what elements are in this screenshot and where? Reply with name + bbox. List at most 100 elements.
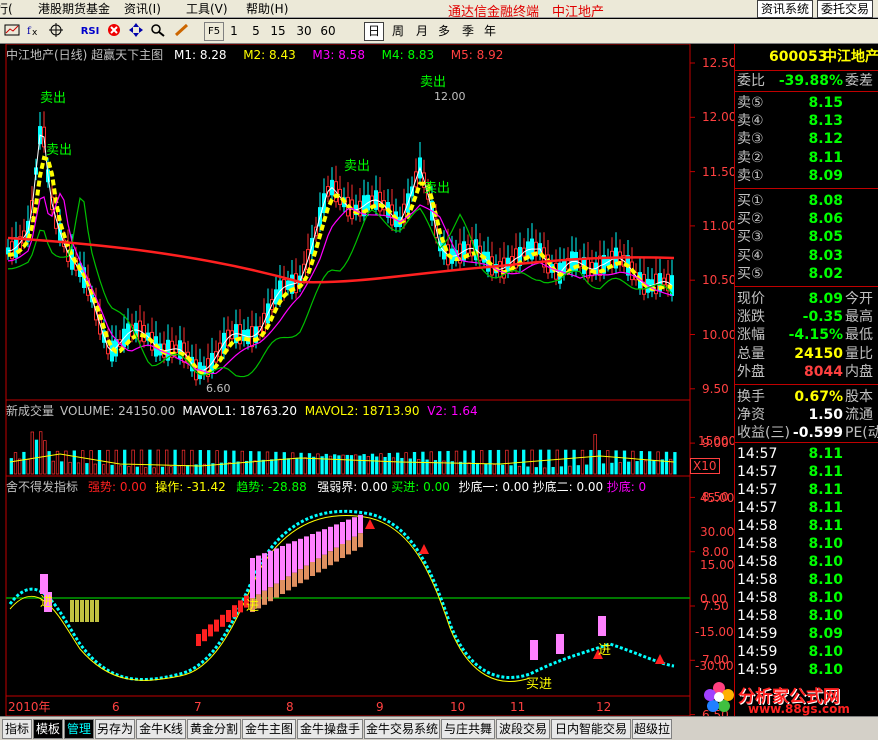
chart-icon[interactable] <box>2 22 22 41</box>
strength-bar <box>298 569 303 584</box>
trade-button[interactable]: 委托交易 <box>817 0 874 18</box>
stock-name: 中江地产 <box>823 49 878 65</box>
strength-bar <box>358 514 363 534</box>
legend-item: M2: 8.43 <box>243 48 296 62</box>
rsi-button[interactable]: RSI <box>78 22 102 41</box>
period-week[interactable]: 周 <box>388 22 408 41</box>
tab-12[interactable]: 超级拉 <box>632 719 672 739</box>
legend-item: 买进: 0.00 <box>391 480 450 494</box>
sell-value: 8.12 <box>808 131 843 148</box>
volume-bar <box>538 449 543 475</box>
crosshair-icon[interactable] <box>46 22 66 41</box>
chart-area[interactable]: 中江地产(日线) 超赢天下主图 M1: 8.28 M2: 8.43 M3: 8.58… <box>0 43 737 722</box>
tab-0[interactable]: 指标 <box>2 719 32 739</box>
tab-2[interactable]: 管理 <box>64 719 94 739</box>
tab-11[interactable]: 日内智能交易 <box>551 719 631 739</box>
delete-icon[interactable] <box>104 22 124 41</box>
price-tick: 12.50 <box>702 56 737 70</box>
weak-bar <box>95 600 99 622</box>
period-year[interactable]: 年 <box>480 22 500 41</box>
menu-hk-futures[interactable]: 港股期货基金 <box>38 1 110 17</box>
volume-bar <box>496 449 501 475</box>
period-30[interactable]: 30 <box>294 22 314 41</box>
tab-9[interactable]: 与庄共舞 <box>441 719 495 739</box>
menu-info[interactable]: 资讯(I) <box>124 1 161 17</box>
volume-bar <box>295 457 299 475</box>
tick-price: 8.11 <box>808 446 843 462</box>
zoom-icon[interactable] <box>148 22 168 41</box>
volume-bar <box>265 451 270 475</box>
tick-time: 14:58 <box>737 536 778 552</box>
stat-row: 净资 1.50 流通 <box>735 406 878 424</box>
tab-3[interactable]: 另存为 <box>95 719 135 739</box>
strength-bar <box>334 524 339 548</box>
period-1[interactable]: 1 <box>226 22 242 41</box>
tab-8[interactable]: 金牛交易系统 <box>364 719 440 739</box>
menu-tools[interactable]: 工具(V) <box>186 1 228 17</box>
info-system-button[interactable]: 资讯系统 <box>757 0 814 18</box>
volume-bar <box>72 450 76 475</box>
period-5[interactable]: 5 <box>248 22 264 41</box>
move-icon[interactable] <box>126 22 146 41</box>
tick-price: 8.09 <box>808 626 843 642</box>
menu-trade[interactable]: 行( <box>0 1 13 17</box>
volume-bar <box>144 467 148 475</box>
period-quarter[interactable]: 季 <box>458 22 478 41</box>
volume-bar <box>18 458 22 475</box>
strength-bar <box>316 558 321 573</box>
stat-right-label: 股本 <box>845 389 873 405</box>
volume-bar <box>68 461 72 475</box>
period-60[interactable]: 60 <box>318 22 338 41</box>
chart-canvas[interactable] <box>0 43 734 717</box>
volume-bar <box>257 451 261 475</box>
legend-item: VOLUME: 24150.00 <box>60 404 176 418</box>
volume-bar <box>526 466 530 475</box>
strength-bar <box>214 619 219 632</box>
volume-bar <box>425 459 429 475</box>
sell-signal-label: 卖出 <box>40 91 67 106</box>
tab-5[interactable]: 黄金分割 <box>187 719 241 739</box>
volume-bar <box>177 465 181 475</box>
volume-bar <box>648 451 652 475</box>
sell-row: 卖① 8.09 <box>735 167 878 185</box>
strength-bar <box>262 553 267 591</box>
volume-bar <box>622 450 627 475</box>
volume-bar <box>139 449 144 475</box>
fx-icon[interactable]: fx <box>24 22 44 41</box>
draw-icon[interactable] <box>172 22 192 41</box>
time-tick: 9 <box>376 700 384 714</box>
period-month[interactable]: 月 <box>412 22 432 41</box>
period-multi[interactable]: 多 <box>434 22 454 41</box>
tab-7[interactable]: 金牛操盘手 <box>297 719 363 739</box>
strength-bar <box>274 548 279 584</box>
strength-bar <box>286 543 291 577</box>
strength-bar <box>298 538 303 570</box>
stat-label: 换手 <box>737 389 765 405</box>
buy-signal-label: 买进 <box>526 677 553 692</box>
tab-4[interactable]: 金牛K线 <box>136 719 186 739</box>
f5-button[interactable]: F5 <box>204 22 224 41</box>
tab-1[interactable]: 模板 <box>33 719 63 739</box>
volume-bar <box>547 449 551 475</box>
period-day[interactable]: 日 <box>364 22 384 41</box>
volume-bar <box>160 466 165 475</box>
volume-bar <box>26 459 30 475</box>
legend-item: MAVOL1: 18763.20 <box>182 404 298 418</box>
stat-row: 涨跌 -0.35 最高 <box>735 308 878 326</box>
strength-bar <box>40 574 48 594</box>
stat-right-label: 最低 <box>845 327 873 344</box>
stat-right-label: PE(动) <box>845 425 878 442</box>
menu-bar: 行( 港股期货基金 资讯(I) 工具(V) 帮助(H) 通达信金融终端 中江地产… <box>0 0 878 20</box>
volume-bar <box>412 452 417 475</box>
strength-bar <box>268 587 273 602</box>
tab-6[interactable]: 金牛主图 <box>242 719 296 739</box>
menu-help[interactable]: 帮助(H) <box>246 1 288 17</box>
period-15[interactable]: 15 <box>268 22 288 41</box>
legend-item: 抄底: 0 <box>606 480 647 494</box>
tab-10[interactable]: 波段交易 <box>496 719 550 739</box>
price-tick: 10.00 <box>702 327 737 342</box>
legend-item: M3: 8.58 <box>312 48 365 62</box>
strength-bar <box>598 616 606 636</box>
legend-item: MAVOL2: 18713.90 <box>304 404 420 418</box>
volume-bar <box>643 460 648 475</box>
